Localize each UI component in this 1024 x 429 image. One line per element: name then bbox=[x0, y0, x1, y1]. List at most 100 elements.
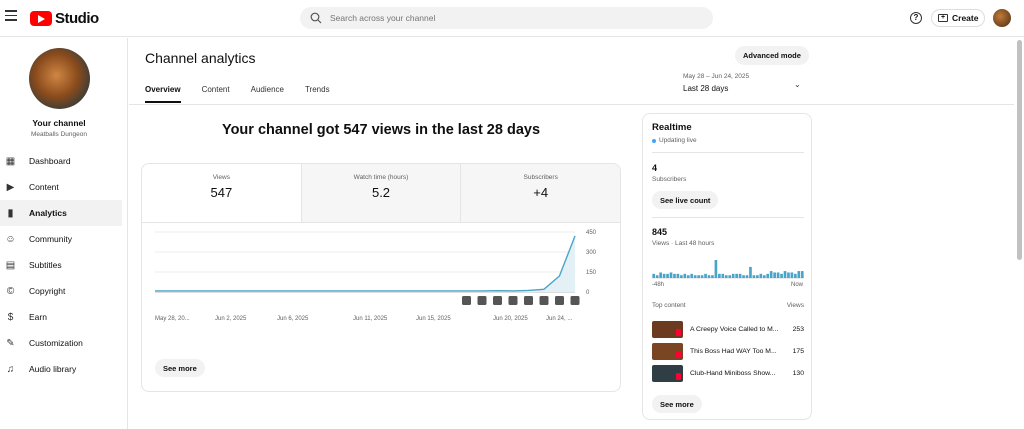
sidebar-item-subtitles[interactable]: ▤ Subtitles bbox=[0, 252, 122, 278]
see-live-count-button[interactable]: See live count bbox=[652, 191, 719, 209]
main-content: Channel analytics Advanced mode Overview… bbox=[129, 38, 1024, 429]
create-label: Create bbox=[952, 13, 979, 23]
shorts-icon bbox=[676, 329, 681, 336]
x-tick-label: Jun 15, 2025 bbox=[416, 316, 451, 322]
video-marker-icon[interactable] bbox=[570, 296, 580, 305]
realtime-bar bbox=[676, 273, 680, 278]
top-content-row[interactable]: This Boss Had WAY Too M... 175 bbox=[652, 343, 804, 360]
sidebar-item-content[interactable]: ▶ Content bbox=[0, 174, 122, 200]
realtime-views-label: Views · Last 48 hours bbox=[652, 240, 715, 247]
realtime-status: Updating live bbox=[652, 137, 697, 144]
sidebar-item-earn[interactable]: $ Earn bbox=[0, 304, 122, 330]
live-dot-icon bbox=[652, 138, 656, 143]
sidebar-item-community[interactable]: ☺ Community bbox=[0, 226, 122, 252]
metric-label: Views bbox=[212, 174, 230, 181]
menu-icon[interactable] bbox=[5, 10, 17, 22]
x-tick-label: Jun 2, 2025 bbox=[215, 316, 247, 322]
metric-tab-watch-time[interactable]: Watch time (hours) 5.2 bbox=[301, 164, 462, 222]
sidebar-item-label: Community bbox=[29, 234, 72, 244]
realtime-bar bbox=[673, 273, 676, 278]
sidebar-item-analytics[interactable]: ▮ Analytics bbox=[0, 200, 122, 226]
video-marker-icon[interactable] bbox=[493, 296, 502, 305]
search-icon bbox=[310, 12, 322, 24]
chevron-down-icon[interactable]: ⌄ bbox=[794, 80, 801, 89]
earn-icon: $ bbox=[7, 311, 14, 323]
top-content-views: 253 bbox=[792, 326, 804, 333]
metric-tabs: Views 547 Watch time (hours) 5.2 Subscribers… bbox=[142, 164, 620, 223]
shorts-icon bbox=[676, 351, 681, 358]
subtitles-icon: ▤ bbox=[5, 259, 16, 271]
top-content-row[interactable]: A Creepy Voice Called to M... 253 bbox=[652, 321, 804, 338]
realtime-subscribers: 4 bbox=[652, 163, 658, 173]
top-content-views: 130 bbox=[792, 370, 804, 377]
sidebar-item-copyright[interactable]: © Copyright bbox=[0, 278, 122, 304]
top-content-title: This Boss Had WAY Too M... bbox=[690, 348, 777, 355]
top-content-title: Club-Hand Miniboss Show... bbox=[690, 370, 776, 377]
account-avatar[interactable] bbox=[993, 9, 1011, 27]
tabs-divider bbox=[129, 104, 1014, 105]
x-tick-label: Jun 20, 2025 bbox=[493, 316, 528, 322]
realtime-bar bbox=[787, 272, 790, 278]
tab-content[interactable]: Content bbox=[202, 85, 230, 103]
sidebar-item-dashboard[interactable]: ▦ Dashboard bbox=[0, 148, 122, 174]
divider bbox=[652, 217, 804, 218]
advanced-mode-button[interactable]: Advanced mode bbox=[735, 46, 809, 65]
sidebar-item-label: Copyright bbox=[29, 286, 66, 296]
realtime-bar bbox=[752, 275, 756, 278]
views-chart: 450 300 150 0 May 28, 20... Jun 2, 2025 Jun 6,… bbox=[155, 230, 597, 322]
realtime-bar-chart bbox=[652, 260, 804, 279]
realtime-bar bbox=[776, 272, 780, 278]
tab-overview[interactable]: Overview bbox=[145, 85, 181, 103]
scrollbar[interactable] bbox=[1017, 40, 1022, 260]
help-icon[interactable]: ? bbox=[910, 12, 922, 24]
channel-name: Meatballs Dungeon bbox=[30, 131, 87, 138]
realtime-bar bbox=[756, 275, 759, 278]
tab-audience[interactable]: Audience bbox=[251, 85, 284, 103]
top-content-row[interactable]: Club-Hand Miniboss Show... 130 bbox=[652, 365, 804, 382]
date-range-picker[interactable]: May 28 – Jun 24, 2025 Last 28 days bbox=[683, 73, 749, 93]
y-tick-label: 450 bbox=[586, 230, 597, 236]
realtime-bar bbox=[794, 273, 797, 278]
analytics-tabs: Overview Content Audience Trends bbox=[145, 85, 330, 103]
video-marker-icon[interactable] bbox=[477, 296, 487, 305]
search-bar[interactable] bbox=[300, 7, 713, 29]
realtime-bar bbox=[773, 272, 776, 278]
top-content-label: Top content bbox=[652, 302, 686, 309]
metric-tab-views[interactable]: Views 547 bbox=[142, 164, 302, 222]
realtime-bar bbox=[721, 273, 725, 278]
metric-value: +4 bbox=[533, 185, 549, 200]
channel-avatar[interactable] bbox=[29, 48, 90, 109]
sidebar-item-label: Subtitles bbox=[29, 260, 62, 270]
sidebar-item-customization[interactable]: ✎ Customization bbox=[0, 330, 122, 356]
realtime-bar bbox=[704, 273, 707, 278]
realtime-see-more-button[interactable]: See more bbox=[652, 395, 702, 413]
realtime-bar bbox=[700, 275, 704, 278]
realtime-bar bbox=[766, 273, 770, 278]
create-video-icon: + bbox=[938, 14, 948, 22]
sidebar: Your channel Meatballs Dungeon ▦ Dashboar… bbox=[0, 38, 128, 429]
tab-trends[interactable]: Trends bbox=[305, 85, 330, 103]
realtime-bar bbox=[731, 273, 735, 278]
realtime-bar bbox=[655, 275, 659, 278]
realtime-bar bbox=[686, 275, 690, 278]
logo-text: Studio bbox=[55, 10, 99, 27]
video-marker-icon[interactable] bbox=[539, 296, 549, 305]
realtime-bar bbox=[693, 275, 697, 278]
top-bar: Studio ? + Create bbox=[0, 0, 1024, 37]
sidebar-item-audio-library[interactable]: ♫ Audio library bbox=[0, 356, 122, 382]
video-marker-icon[interactable] bbox=[555, 296, 564, 305]
realtime-status-text: Updating live bbox=[659, 137, 697, 144]
see-more-button[interactable]: See more bbox=[155, 359, 205, 377]
realtime-views: 845 bbox=[652, 227, 668, 237]
top-content-views: 175 bbox=[792, 348, 804, 355]
studio-logo[interactable]: Studio bbox=[30, 10, 99, 27]
metric-tab-subscribers[interactable]: Subscribers +4 bbox=[461, 164, 620, 222]
realtime-bar bbox=[790, 272, 794, 278]
create-button[interactable]: + Create bbox=[931, 9, 986, 27]
video-marker-icon[interactable] bbox=[508, 296, 518, 305]
video-marker-icon[interactable] bbox=[462, 296, 471, 305]
top-content-metric: Views bbox=[786, 302, 804, 309]
video-marker-icon[interactable] bbox=[524, 296, 533, 305]
search-input[interactable] bbox=[330, 13, 690, 23]
overview-headline: Your channel got 547 views in the last 2… bbox=[221, 122, 541, 138]
